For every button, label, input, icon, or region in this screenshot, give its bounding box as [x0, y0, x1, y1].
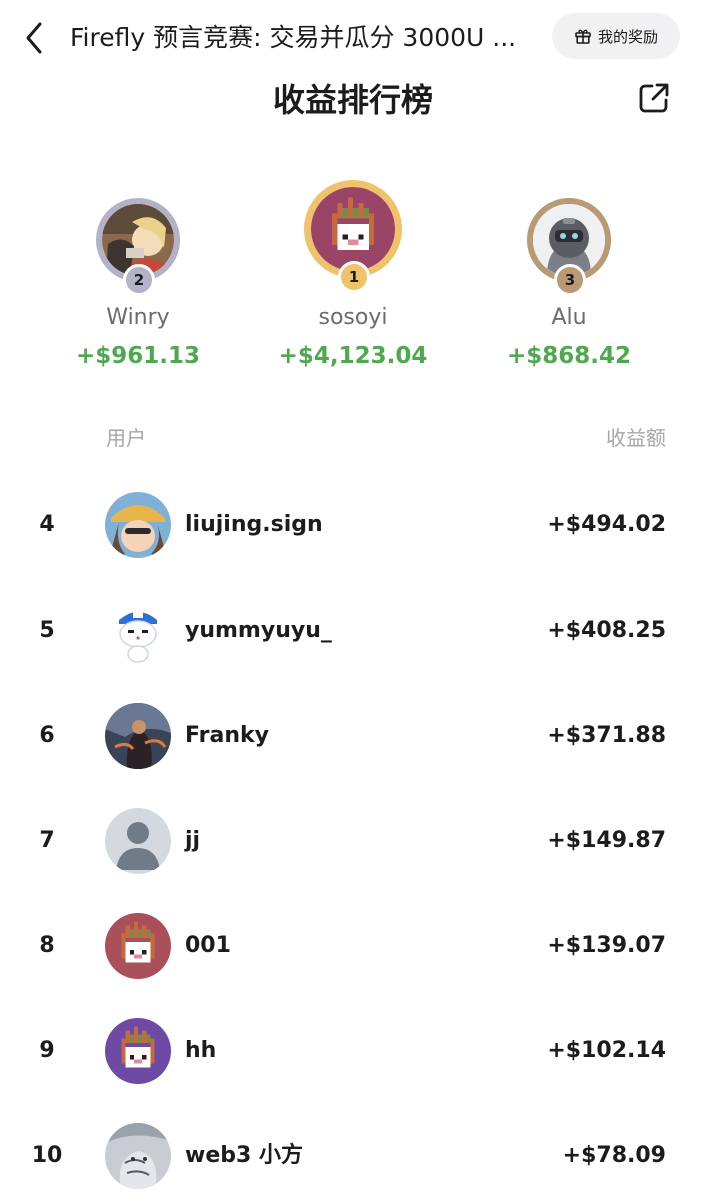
- earnings-amount: +$102.14: [547, 1038, 666, 1063]
- rank-number: 10: [31, 1143, 63, 1168]
- rank-badge: 3: [554, 264, 586, 296]
- my-rewards-button[interactable]: 我的奖励: [552, 13, 680, 59]
- share-icon: [639, 83, 669, 113]
- share-button[interactable]: [636, 80, 672, 116]
- user-name: web3 小方: [185, 1143, 303, 1168]
- leaderboard-title: 收益排行榜: [272, 81, 433, 119]
- podium-amount: +$868.42: [506, 343, 632, 369]
- earnings-amount: +$494.02: [547, 512, 666, 537]
- table-row[interactable]: 8 001 +$139.07: [0, 906, 706, 986]
- rank-number: 4: [39, 512, 55, 537]
- sketch-avatar: [105, 1123, 171, 1189]
- podium-amount: +$4,123.04: [278, 343, 428, 369]
- table-row[interactable]: 4 liujing.sign +$494.02: [0, 485, 706, 565]
- back-button[interactable]: [18, 18, 52, 58]
- earnings-amount: +$139.07: [547, 933, 666, 958]
- user-name: jj: [185, 828, 201, 853]
- podium-amount: +$961.13: [75, 343, 201, 369]
- my-rewards-label: 我的奖励: [597, 27, 658, 46]
- chevron-left-icon: [26, 22, 42, 54]
- user-avatar: [105, 703, 171, 769]
- rank-number: 6: [39, 723, 55, 748]
- pixel-flame-avatar: [311, 187, 395, 271]
- gift-icon: [575, 29, 591, 44]
- rank-number: 7: [39, 828, 55, 853]
- rank-number: 8: [39, 933, 55, 958]
- user-name: 001: [185, 933, 231, 958]
- table-row[interactable]: 7 jj +$149.87: [0, 801, 706, 881]
- pixel-flame-avatar: [105, 913, 171, 979]
- column-header-earnings: 收益额: [606, 426, 666, 450]
- default-avatar: [105, 808, 171, 874]
- user-name: hh: [185, 1038, 217, 1063]
- user-name: yummyuyu_: [185, 618, 332, 643]
- pixel-flame-avatar: [105, 1018, 171, 1084]
- table-row[interactable]: 5 yummyuyu_ +$408.25: [0, 591, 706, 671]
- anime-avatar: [105, 492, 171, 558]
- user-avatar: [105, 1123, 171, 1189]
- artwork-avatar: [105, 703, 171, 769]
- earnings-amount: +$408.25: [547, 618, 666, 643]
- earnings-amount: +$149.87: [547, 828, 666, 853]
- user-avatar: [105, 1018, 171, 1084]
- user-avatar: [105, 913, 171, 979]
- podium-name: Alu: [551, 305, 587, 330]
- table-row[interactable]: 6 Franky +$371.88: [0, 696, 706, 776]
- user-avatar: [105, 598, 171, 664]
- user-name: Franky: [185, 723, 269, 748]
- earnings-amount: +$371.88: [547, 723, 666, 748]
- rank-number: 9: [39, 1038, 55, 1063]
- top-bar: Firefly 预言竞赛: 交易并瓜分 3000U ... 我的奖励: [0, 0, 706, 76]
- rank-badge: 2: [123, 264, 155, 296]
- table-row[interactable]: 9 hh +$102.14: [0, 1011, 706, 1091]
- user-avatar: [105, 808, 171, 874]
- cat-avatar: [105, 598, 171, 664]
- page-title: Firefly 预言竞赛: 交易并瓜分 3000U ...: [70, 23, 517, 52]
- podium-name: Winry: [106, 305, 170, 330]
- rank-badge: 1: [338, 261, 370, 293]
- podium-name: sosoyi: [318, 305, 388, 330]
- rank-number: 5: [39, 618, 55, 643]
- table-row[interactable]: 10 web3 小方 +$78.09: [0, 1116, 706, 1196]
- earnings-amount: +$78.09: [562, 1143, 666, 1168]
- column-header-user: 用户: [106, 426, 146, 450]
- user-name: liujing.sign: [185, 512, 323, 537]
- user-avatar: [105, 492, 171, 558]
